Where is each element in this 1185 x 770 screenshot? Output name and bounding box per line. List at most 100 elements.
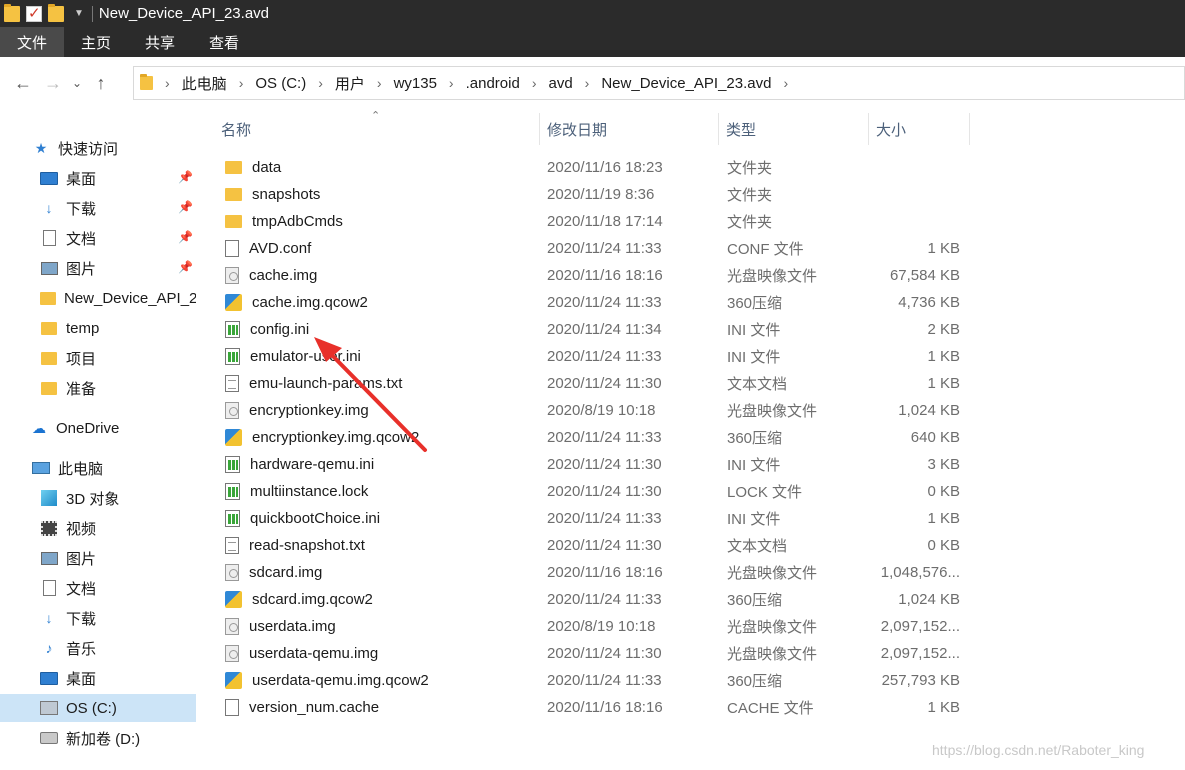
file-date: 2020/11/16 18:16 <box>547 267 663 284</box>
pin-icon[interactable]: 📌 <box>178 260 193 274</box>
file-name: tmpAdbCmds <box>252 213 343 230</box>
address-bar[interactable]: › 此电脑 › OS (C:) › 用户 › wy135 › .android … <box>133 66 1185 100</box>
file-size: 0 KB <box>927 483 960 500</box>
tab-share[interactable]: 共享 <box>128 27 192 57</box>
file-size: 1,024 KB <box>898 402 960 419</box>
breadcrumb-chevron-icon[interactable]: › <box>239 75 244 91</box>
breadcrumb-users[interactable]: 用户 <box>335 73 365 94</box>
breadcrumb-chevron-icon[interactable]: › <box>377 75 382 91</box>
column-header-type[interactable]: 类型 <box>720 113 869 145</box>
pin-icon[interactable]: 📌 <box>178 170 193 184</box>
sidebar-item-downloads[interactable]: ↓ 下载 <box>40 194 97 222</box>
sidebar-item-3d-objects[interactable]: 3D 对象 <box>40 484 119 512</box>
file-row[interactable]: encryptionkey.img.qcow2 2020/11/24 11:33 3… <box>215 424 970 451</box>
file-row[interactable]: data 2020/11/16 18:23 文件夹 <box>215 154 970 181</box>
sidebar-item-pictures[interactable]: 图片 <box>40 254 96 282</box>
sidebar-item-documents[interactable]: 文档 <box>40 224 96 252</box>
sidebar-item-desktop[interactable]: 桌面 <box>40 164 96 192</box>
folder-icon <box>40 290 56 306</box>
file-name-cell: emu-launch-params.txt <box>215 370 402 397</box>
title-bar: ▼ New_Device_API_23.avd <box>0 0 1185 27</box>
sidebar-item-temp[interactable]: temp <box>40 314 99 342</box>
sidebar-item-documents-pc[interactable]: 文档 <box>40 574 96 602</box>
sidebar-item-drive-d[interactable]: 新加卷 (D:) <box>40 724 140 752</box>
file-icon <box>225 240 239 257</box>
file-row[interactable]: tmpAdbCmds 2020/11/18 17:14 文件夹 <box>215 208 970 235</box>
column-header-size[interactable]: 大小 <box>870 113 970 145</box>
file-row[interactable]: sdcard.img.qcow2 2020/11/24 11:33 360压缩 1,0… <box>215 586 970 613</box>
file-size: 1 KB <box>927 510 960 527</box>
file-date: 2020/11/24 11:30 <box>547 537 662 554</box>
file-name-cell: config.ini <box>215 316 309 343</box>
customize-toolbar-chevron-down-icon[interactable]: ▼ <box>74 8 84 19</box>
sidebar-item-videos[interactable]: 视频 <box>40 514 96 542</box>
tab-home[interactable]: 主页 <box>64 27 128 57</box>
file-row[interactable]: userdata-qemu.img.qcow2 2020/11/24 11:33 3… <box>215 667 970 694</box>
sidebar-item-this-pc[interactable]: 此电脑 <box>32 454 103 482</box>
breadcrumb-wy135[interactable]: wy135 <box>394 75 437 92</box>
forward-arrow-icon[interactable]: → <box>38 73 68 94</box>
breadcrumb-avd[interactable]: avd <box>548 75 572 92</box>
tab-view[interactable]: 查看 <box>192 27 256 57</box>
file-type: INI 文件 <box>727 511 781 528</box>
breadcrumb-chevron-icon[interactable]: › <box>449 75 454 91</box>
file-row[interactable]: cache.img 2020/11/16 18:16 光盘映像文件 67,584 KB <box>215 262 970 289</box>
pin-icon[interactable]: 📌 <box>178 230 193 244</box>
back-arrow-icon[interactable]: ← <box>8 73 38 94</box>
file-row[interactable]: AVD.conf 2020/11/24 11:33 CONF 文件 1 KB <box>215 235 970 262</box>
breadcrumb-this-pc[interactable]: 此电脑 <box>182 73 227 94</box>
file-row[interactable]: cache.img.qcow2 2020/11/24 11:33 360压缩 4,73… <box>215 289 970 316</box>
disc-image-icon <box>225 618 239 635</box>
file-row[interactable]: encryptionkey.img 2020/8/19 10:18 光盘映像文件 1,… <box>215 397 970 424</box>
breadcrumb-chevron-icon[interactable]: › <box>532 75 537 91</box>
file-type: 文本文档 <box>727 376 788 393</box>
properties-icon[interactable] <box>26 4 42 22</box>
sidebar-item-onedrive[interactable]: ☁ OneDrive <box>30 414 119 442</box>
file-name-cell: cache.img <box>215 262 317 289</box>
file-row[interactable]: emulator-user.ini 2020/11/24 11:33 INI 文件 1… <box>215 343 970 370</box>
breadcrumb-chevron-icon[interactable]: › <box>165 75 170 91</box>
pin-icon[interactable]: 📌 <box>178 200 193 214</box>
file-row[interactable]: emu-launch-params.txt 2020/11/24 11:30 文本文… <box>215 370 970 397</box>
breadcrumb-os-c[interactable]: OS (C:) <box>255 75 306 92</box>
new-folder-icon[interactable] <box>48 3 64 22</box>
breadcrumb-android[interactable]: .android <box>466 75 520 92</box>
sidebar-item-prepare[interactable]: 准备 <box>40 374 96 402</box>
file-row[interactable]: userdata.img 2020/8/19 10:18 光盘映像文件 2,097,1… <box>215 613 970 640</box>
sidebar-item-downloads-pc[interactable]: ↓ 下载 <box>40 604 97 632</box>
file-row[interactable]: quickbootChoice.ini 2020/11/24 11:33 INI 文… <box>215 505 970 532</box>
breadcrumb-chevron-icon[interactable]: › <box>318 75 323 91</box>
file-name: version_num.cache <box>249 699 380 716</box>
archive-icon <box>225 294 242 311</box>
sidebar-item-os-c[interactable]: OS (C:) <box>0 694 196 722</box>
file-row[interactable]: read-snapshot.txt 2020/11/24 11:30 文本文档 0 K… <box>215 532 970 559</box>
file-row[interactable]: hardware-qemu.ini 2020/11/24 11:30 INI 文件 3… <box>215 451 970 478</box>
recent-locations-chevron-down-icon[interactable]: ⌄ <box>68 76 86 90</box>
file-row[interactable]: userdata-qemu.img 2020/11/24 11:30 光盘映像文件 2… <box>215 640 970 667</box>
file-row[interactable]: sdcard.img 2020/11/16 18:16 光盘映像文件 1,048,57… <box>215 559 970 586</box>
folder-icon <box>225 215 242 228</box>
column-header-date[interactable]: 修改日期 <box>541 113 719 145</box>
sidebar-item-desktop-pc[interactable]: 桌面 <box>40 664 96 692</box>
breadcrumb-chevron-icon[interactable]: › <box>783 75 788 91</box>
column-header-name[interactable]: 名称 <box>215 113 540 145</box>
file-row[interactable]: config.ini 2020/11/24 11:34 INI 文件 2 KB <box>215 316 970 343</box>
file-name-cell: quickbootChoice.ini <box>215 505 380 532</box>
file-row[interactable]: snapshots 2020/11/19 8:36 文件夹 <box>215 181 970 208</box>
sidebar-item-projects[interactable]: 项目 <box>40 344 96 372</box>
folder-icon <box>40 320 58 336</box>
breadcrumb-chevron-icon[interactable]: › <box>585 75 590 91</box>
sidebar-item-pictures-pc[interactable]: 图片 <box>40 544 96 572</box>
file-name-cell: read-snapshot.txt <box>215 532 365 559</box>
file-row[interactable]: version_num.cache 2020/11/16 18:16 CACHE 文… <box>215 694 970 721</box>
file-type: 文本文档 <box>727 538 788 555</box>
up-arrow-icon[interactable]: ↑ <box>86 73 116 94</box>
sidebar-item-quick-access[interactable]: ★ 快速访问 <box>32 134 118 162</box>
sidebar-item-music[interactable]: ♪ 音乐 <box>40 634 97 662</box>
file-name: quickbootChoice.ini <box>250 510 381 527</box>
archive-icon <box>225 429 242 446</box>
file-row[interactable]: multiinstance.lock 2020/11/24 11:30 LOCK 文… <box>215 478 970 505</box>
tab-file[interactable]: 文件 <box>0 27 65 57</box>
breadcrumb-new-device[interactable]: New_Device_API_23.avd <box>601 75 771 92</box>
sidebar-item-new-device[interactable]: New_Device_API_2 <box>40 284 196 312</box>
